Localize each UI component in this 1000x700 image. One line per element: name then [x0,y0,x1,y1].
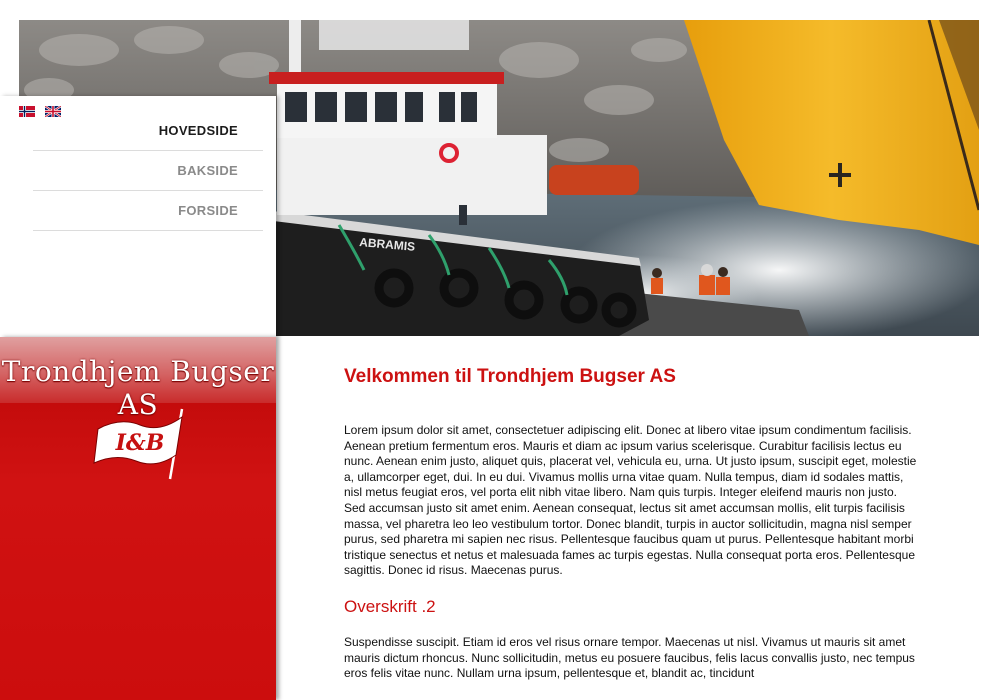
flag-logo-icon: I&B [93,408,184,480]
menu-item-forside[interactable]: FORSIDE [33,191,263,231]
body-paragraph-1: Lorem ipsum dolor sit amet, consectetuer… [344,423,917,578]
logo-letters: I&B [115,430,165,456]
brand-sidebar: Trondhjem Bugser AS I&B [0,337,276,700]
menu-item-bakside[interactable]: BAKSIDE [33,151,263,191]
main-menu: HOVEDSIDE BAKSIDE FORSIDE [33,111,263,231]
page-title: Velkommen til Trondhjem Bugser AS [344,366,676,387]
main-content: Velkommen til Trondhjem Bugser AS Lorem … [344,366,919,700]
nav-panel: HOVEDSIDE BAKSIDE FORSIDE [0,96,276,337]
menu-item-hovedside[interactable]: HOVEDSIDE [33,111,263,151]
section-heading: Overskrift .2 [344,596,436,616]
body-paragraph-2: Suspendisse suscipit. Etiam id eros vel … [344,634,915,681]
